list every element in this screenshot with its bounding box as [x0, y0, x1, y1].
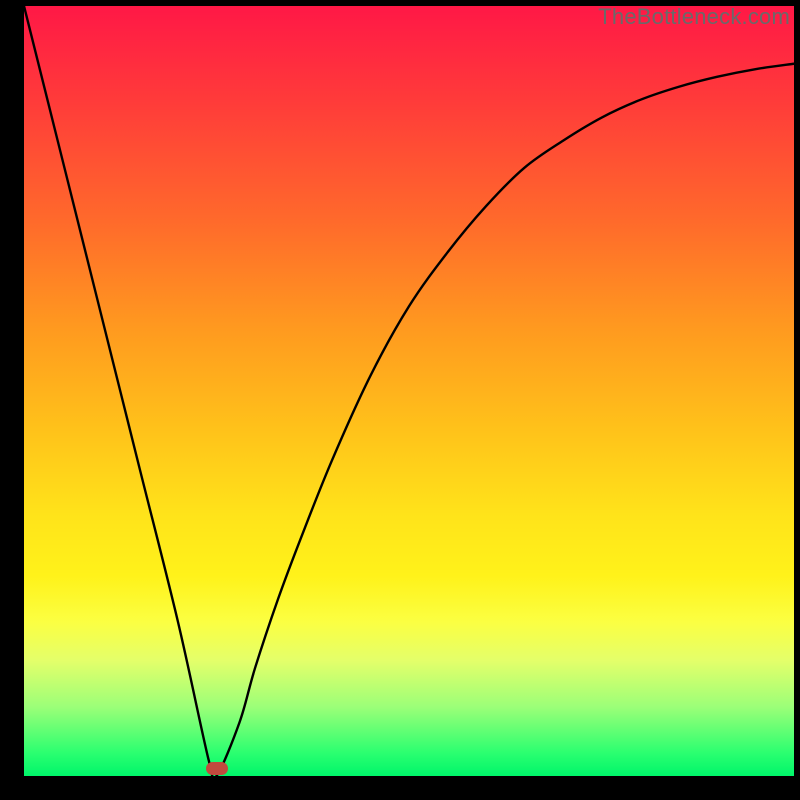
curve-path	[24, 6, 794, 776]
plot-area	[24, 6, 794, 776]
bottleneck-curve	[24, 6, 794, 776]
optimum-marker	[206, 762, 228, 775]
watermark-text: TheBottleneck.com	[598, 4, 790, 30]
chart-frame: TheBottleneck.com	[0, 0, 800, 800]
